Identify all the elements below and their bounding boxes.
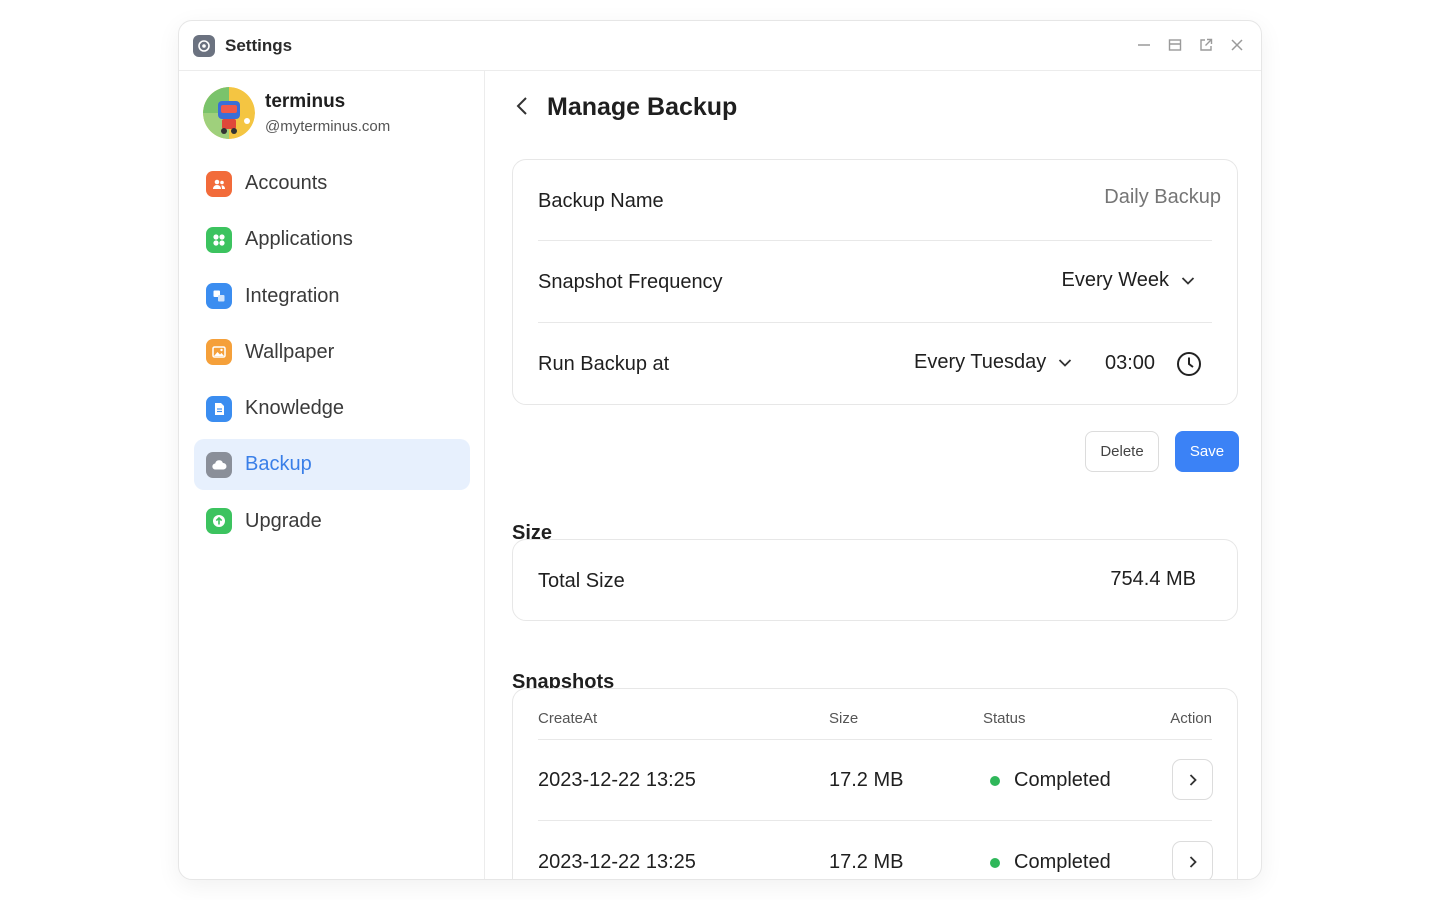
sidebar-item-upgrade[interactable]: Upgrade — [194, 496, 470, 547]
size-card: Total Size 754.4 MB — [512, 539, 1238, 621]
sidebar-item-applications[interactable]: Applications — [194, 214, 470, 265]
status-dot-icon — [990, 775, 1000, 786]
close-icon[interactable] — [1228, 36, 1245, 53]
chevron-down-icon — [1181, 276, 1195, 285]
snapshot-size: 17.2 MB — [829, 851, 904, 873]
column-header-size: Size — [829, 710, 859, 727]
backup-settings-card: Backup Name Snapshot Frequency Every Wee… — [512, 159, 1238, 405]
window-title: Settings — [225, 35, 293, 55]
snapshot-created-at: 2023-12-22 13:25 — [538, 851, 696, 873]
main-content: Manage Backup Backup Name Snapshot Frequ… — [486, 71, 1261, 879]
page-title: Manage Backup — [547, 93, 738, 121]
wallpaper-icon — [206, 339, 232, 366]
sidebar-item-label: Accounts — [245, 172, 328, 194]
snapshot-size: 17.2 MB — [829, 769, 904, 791]
backup-name-label: Backup Name — [538, 189, 664, 212]
sidebar-item-integration[interactable]: Integration — [194, 271, 470, 322]
snapshot-status: Completed — [990, 769, 1111, 792]
chevron-right-icon — [1189, 855, 1197, 868]
save-button[interactable]: Save — [1175, 431, 1239, 472]
snapshots-table: CreateAt Size Status Action 2023-12-22 1… — [512, 688, 1238, 879]
open-external-icon[interactable] — [1197, 36, 1214, 53]
divider — [538, 820, 1212, 821]
user-profile[interactable]: terminus @myterminus.com — [203, 87, 390, 139]
snapshot-details-button[interactable] — [1172, 759, 1213, 800]
chevron-down-icon — [1059, 358, 1072, 367]
column-header-action: Action — [1170, 710, 1212, 727]
snapshot-details-button[interactable] — [1172, 841, 1213, 879]
sidebar-item-label: Wallpaper — [245, 340, 335, 363]
delete-button[interactable]: Delete — [1085, 431, 1159, 472]
settings-window: Settings terminus @myterminus.com Accoun… — [178, 20, 1262, 880]
sidebar: terminus @myterminus.com Accounts Applic… — [179, 71, 485, 879]
profile-domain: @myterminus.com — [265, 118, 391, 135]
clock-icon[interactable] — [1175, 350, 1203, 378]
knowledge-icon — [206, 395, 232, 422]
back-icon[interactable] — [510, 93, 536, 119]
total-size-label: Total Size — [538, 569, 625, 592]
column-header-status: Status — [983, 710, 1026, 727]
backup-name-input[interactable] — [1001, 186, 1221, 209]
backup-icon — [206, 451, 232, 478]
status-dot-icon — [990, 857, 1000, 868]
sidebar-item-backup[interactable]: Backup — [194, 439, 470, 491]
snapshot-frequency-value: Every Week — [1061, 269, 1169, 291]
maximize-icon[interactable] — [1166, 36, 1183, 53]
divider — [538, 739, 1212, 740]
snapshot-created-at: 2023-12-22 13:25 — [538, 769, 696, 791]
sidebar-item-label: Integration — [245, 284, 340, 307]
snapshot-frequency-select[interactable]: Every Week — [1062, 269, 1195, 292]
sidebar-item-accounts[interactable]: Accounts — [194, 158, 470, 209]
run-backup-label: Run Backup at — [538, 352, 670, 375]
integration-icon — [206, 283, 232, 310]
run-backup-day-select[interactable]: Every Tuesday — [914, 351, 1072, 374]
window-controls — [1135, 36, 1245, 53]
sidebar-item-wallpaper[interactable]: Wallpaper — [194, 327, 470, 378]
sidebar-item-label: Knowledge — [245, 397, 344, 420]
upgrade-icon — [206, 508, 232, 535]
column-header-createat: CreateAt — [538, 710, 598, 727]
sidebar-item-label: Backup — [245, 453, 312, 476]
chevron-right-icon — [1189, 773, 1197, 786]
run-backup-time[interactable]: 03:00 — [1105, 352, 1155, 375]
snapshot-status: Completed — [990, 851, 1111, 874]
profile-name: terminus — [265, 91, 346, 112]
minimize-icon[interactable] — [1135, 36, 1152, 53]
sidebar-item-label: Upgrade — [245, 509, 322, 532]
sidebar-nav: Accounts Applications Integration Wallpa… — [194, 158, 470, 552]
snapshot-status-label: Completed — [1014, 769, 1111, 791]
sidebar-item-label: Applications — [245, 228, 353, 251]
snapshot-status-label: Completed — [1014, 851, 1111, 873]
accounts-icon — [206, 170, 232, 197]
applications-icon — [206, 226, 232, 253]
avatar — [203, 87, 255, 139]
sidebar-item-knowledge[interactable]: Knowledge — [194, 383, 470, 434]
snapshot-frequency-label: Snapshot Frequency — [538, 270, 723, 293]
settings-app-icon — [193, 34, 215, 57]
title-bar: Settings — [179, 21, 1261, 71]
total-size-value: 754.4 MB — [1110, 568, 1196, 590]
run-backup-day-value: Every Tuesday — [914, 351, 1047, 373]
